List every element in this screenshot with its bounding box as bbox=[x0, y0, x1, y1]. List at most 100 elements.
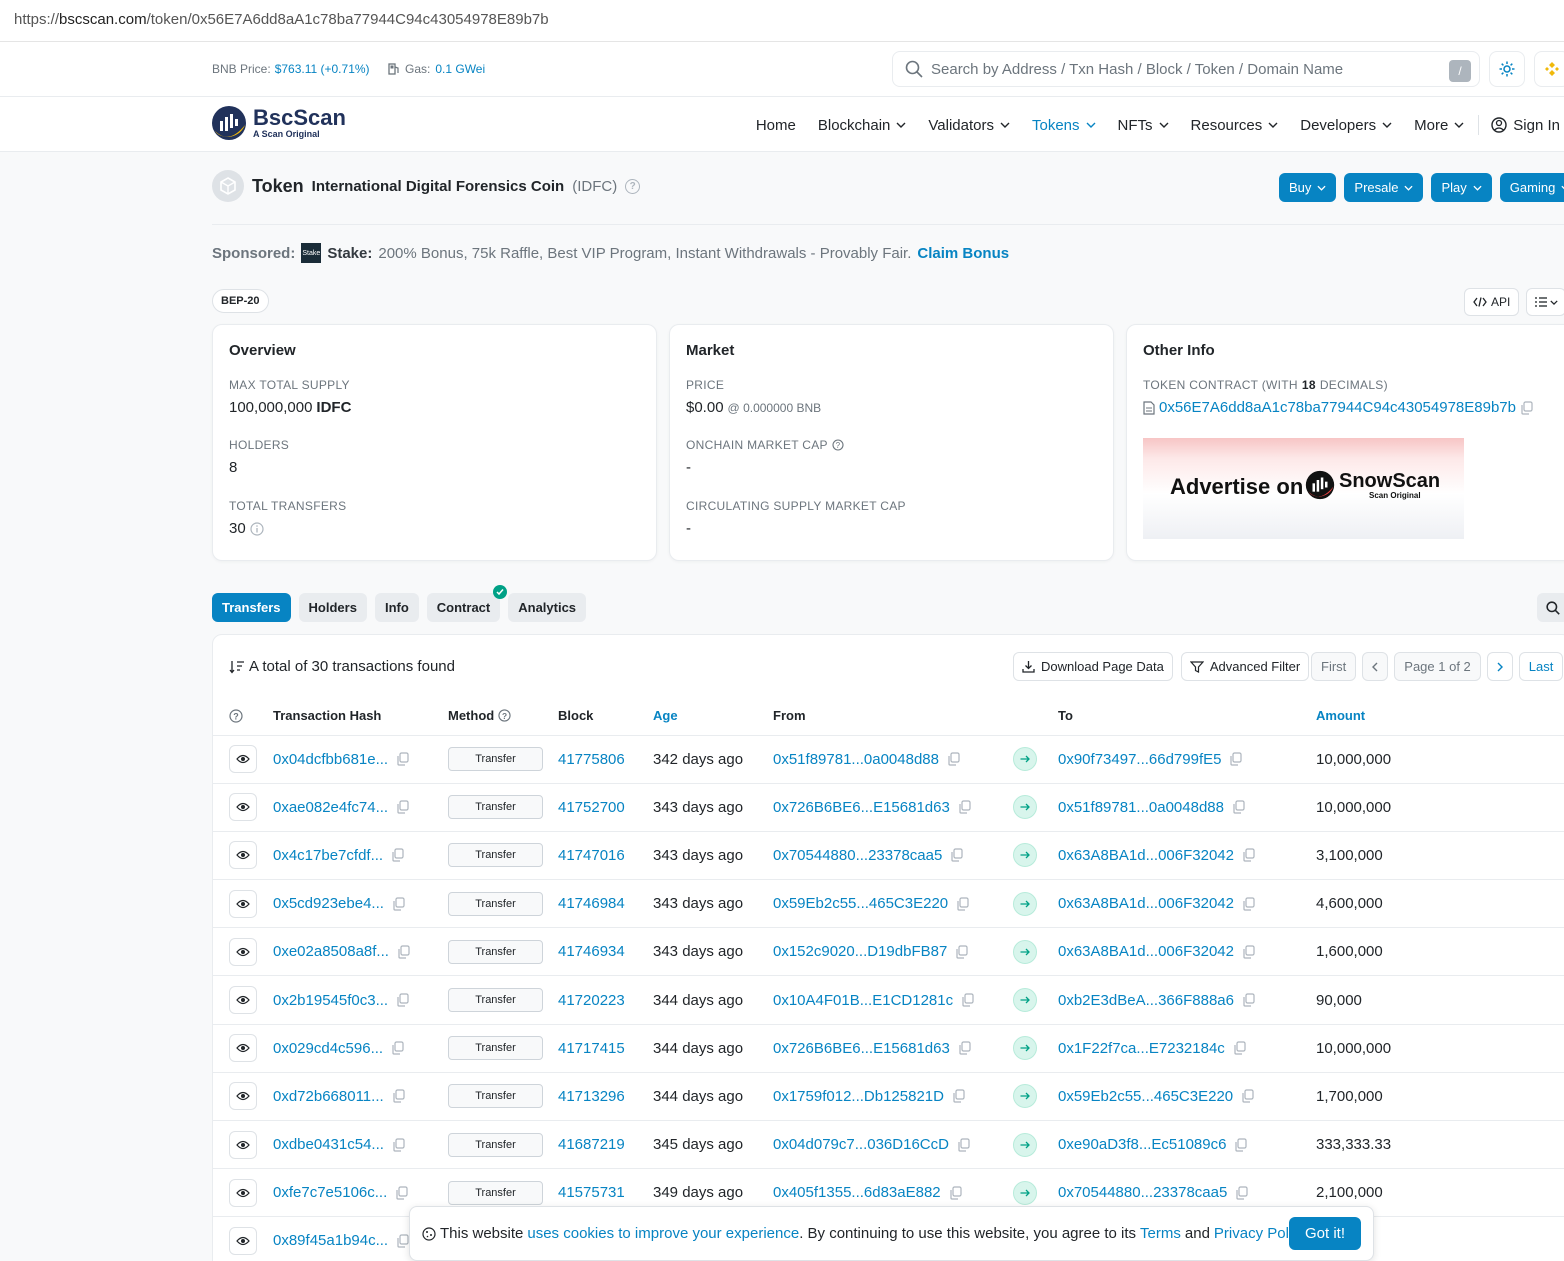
copy-icon[interactable] bbox=[947, 752, 960, 766]
buy-button[interactable]: Buy bbox=[1279, 173, 1337, 202]
nav-developers[interactable]: Developers bbox=[1300, 115, 1392, 135]
to-address-link[interactable]: 0x63A8BA1d...006F32042 bbox=[1058, 895, 1234, 912]
from-address-link[interactable]: 0x70544880...23378caa5 bbox=[773, 847, 942, 864]
block-link[interactable]: 41752700 bbox=[558, 799, 625, 816]
copy-icon[interactable] bbox=[395, 1186, 408, 1200]
last-page-button[interactable]: Last bbox=[1518, 652, 1564, 681]
copy-icon[interactable] bbox=[396, 993, 409, 1007]
question-icon[interactable]: ? bbox=[498, 709, 511, 722]
copy-icon[interactable] bbox=[952, 1089, 965, 1104]
copy-icon[interactable] bbox=[1229, 752, 1243, 766]
view-details-button[interactable] bbox=[229, 1082, 257, 1111]
copy-icon[interactable] bbox=[392, 897, 405, 911]
copy-icon[interactable] bbox=[1242, 945, 1255, 959]
api-button[interactable]: API bbox=[1464, 288, 1520, 316]
copy-icon[interactable] bbox=[392, 1089, 405, 1104]
prev-page-button[interactable] bbox=[1362, 652, 1389, 681]
more-options-button[interactable] bbox=[1526, 288, 1564, 316]
question-icon[interactable]: ? bbox=[229, 709, 273, 723]
tab-info[interactable]: Info bbox=[374, 593, 419, 622]
txn-hash-link[interactable]: 0xae082e4fc74... bbox=[273, 799, 388, 816]
txn-hash-link[interactable]: 0xdbe0431c54... bbox=[273, 1136, 384, 1153]
copy-icon[interactable] bbox=[1242, 848, 1255, 863]
tab-holders[interactable]: Holders bbox=[298, 593, 367, 622]
copy-icon[interactable] bbox=[949, 1186, 962, 1200]
txn-hash-link[interactable]: 0x5cd923ebe4... bbox=[273, 895, 384, 912]
copy-icon[interactable] bbox=[961, 993, 974, 1007]
copy-icon[interactable] bbox=[1242, 993, 1255, 1007]
to-address-link[interactable]: 0x70544880...23378caa5 bbox=[1058, 1184, 1227, 1201]
copy-icon[interactable] bbox=[950, 848, 963, 863]
view-details-button[interactable] bbox=[229, 986, 257, 1015]
to-address-link[interactable]: 0x1F22f7ca...E7232184c bbox=[1058, 1040, 1225, 1057]
first-page-button[interactable]: First bbox=[1311, 652, 1357, 681]
block-link[interactable]: 41713296 bbox=[558, 1088, 625, 1105]
nav-home[interactable]: Home bbox=[756, 115, 796, 135]
view-details-button[interactable] bbox=[229, 841, 257, 870]
txn-hash-link[interactable]: 0x04dcfbb681e... bbox=[273, 751, 388, 768]
block-link[interactable]: 41746984 bbox=[558, 895, 625, 912]
txn-hash-link[interactable]: 0x029cd4c596... bbox=[273, 1040, 383, 1057]
advanced-filter-button[interactable]: Advanced Filter bbox=[1180, 652, 1310, 681]
block-link[interactable]: 41575731 bbox=[558, 1184, 625, 1201]
copy-icon[interactable] bbox=[1235, 1186, 1248, 1200]
block-link[interactable]: 41720223 bbox=[558, 992, 625, 1009]
next-page-button[interactable] bbox=[1486, 652, 1513, 681]
copy-icon[interactable] bbox=[1242, 897, 1255, 911]
block-link[interactable]: 41687219 bbox=[558, 1136, 625, 1153]
copy-icon[interactable] bbox=[957, 1137, 970, 1152]
play-button[interactable]: Play bbox=[1431, 173, 1492, 202]
to-address-link[interactable]: 0x59Eb2c55...465C3E220 bbox=[1058, 1088, 1233, 1105]
theme-toggle-button[interactable] bbox=[1489, 51, 1525, 87]
bnb-chain-button[interactable] bbox=[1534, 51, 1564, 87]
header-amount[interactable]: Amount bbox=[1316, 697, 1564, 736]
to-address-link[interactable]: 0xb2E3dBeA...366F888a6 bbox=[1058, 992, 1234, 1009]
copy-icon[interactable] bbox=[1232, 800, 1245, 814]
nav-resources[interactable]: Resources bbox=[1191, 115, 1279, 135]
from-address-link[interactable]: 0x10A4F01B...E1CD1281c bbox=[773, 992, 953, 1009]
tab-analytics[interactable]: Analytics bbox=[508, 593, 587, 622]
nav-validators[interactable]: Validators bbox=[928, 115, 1010, 135]
view-details-button[interactable] bbox=[229, 937, 257, 966]
header-age[interactable]: Age bbox=[653, 697, 773, 736]
copy-icon[interactable] bbox=[958, 1041, 971, 1055]
gas-value[interactable]: 0.1 GWei bbox=[435, 62, 485, 76]
question-icon[interactable]: ? bbox=[625, 178, 641, 194]
from-address-link[interactable]: 0x726B6BE6...E15681d63 bbox=[773, 1040, 950, 1057]
from-address-link[interactable]: 0x152c9020...D19dbFB87 bbox=[773, 943, 947, 960]
tab-transfers[interactable]: Transfers bbox=[212, 593, 291, 622]
terms-link[interactable]: Terms bbox=[1140, 1225, 1181, 1242]
copy-icon[interactable] bbox=[1234, 1137, 1248, 1152]
txn-hash-link[interactable]: 0xd72b668011... bbox=[273, 1088, 384, 1105]
sign-in-link[interactable]: Sign In bbox=[1491, 115, 1560, 135]
nav-blockchain[interactable]: Blockchain bbox=[818, 115, 907, 135]
presale-button[interactable]: Presale bbox=[1344, 173, 1424, 202]
copy-icon[interactable] bbox=[396, 1234, 409, 1248]
copy-icon[interactable] bbox=[392, 1137, 405, 1152]
from-address-link[interactable]: 0x1759f012...Db125821D bbox=[773, 1088, 944, 1105]
copy-icon[interactable] bbox=[391, 1041, 404, 1055]
from-address-link[interactable]: 0x59Eb2c55...465C3E220 bbox=[773, 895, 948, 912]
bscscan-logo[interactable]: BscScan A Scan Original bbox=[211, 105, 346, 141]
to-address-link[interactable]: 0x63A8BA1d...006F32042 bbox=[1058, 847, 1234, 864]
block-link[interactable]: 41747016 bbox=[558, 847, 625, 864]
copy-icon[interactable] bbox=[397, 945, 410, 959]
txn-hash-link[interactable]: 0xfe7c7e5106c... bbox=[273, 1184, 387, 1201]
view-details-button[interactable] bbox=[229, 1226, 257, 1255]
copy-icon[interactable] bbox=[955, 945, 968, 959]
to-address-link[interactable]: 0xe90aD3f8...Ec51089c6 bbox=[1058, 1136, 1226, 1153]
info-icon[interactable] bbox=[250, 521, 264, 536]
cookie-policy-link[interactable]: uses cookies to improve your experience bbox=[527, 1225, 799, 1242]
bnb-price-value[interactable]: $763.11 (+0.71%) bbox=[275, 62, 370, 76]
block-link[interactable]: 41746934 bbox=[558, 943, 625, 960]
copy-icon[interactable] bbox=[391, 848, 404, 863]
to-address-link[interactable]: 0x51f89781...0a0048d88 bbox=[1058, 799, 1224, 816]
txn-hash-link[interactable]: 0x89f45a1b94c... bbox=[273, 1232, 388, 1249]
view-details-button[interactable] bbox=[229, 1034, 257, 1063]
txn-hash-link[interactable]: 0x2b19545f0c3... bbox=[273, 992, 388, 1009]
claim-bonus-link[interactable]: Claim Bonus bbox=[917, 245, 1009, 262]
nav-more[interactable]: More bbox=[1414, 115, 1464, 135]
search-input[interactable] bbox=[931, 60, 1441, 78]
txn-hash-link[interactable]: 0x4c17be7cfdf... bbox=[273, 847, 383, 864]
copy-icon[interactable] bbox=[396, 752, 409, 766]
